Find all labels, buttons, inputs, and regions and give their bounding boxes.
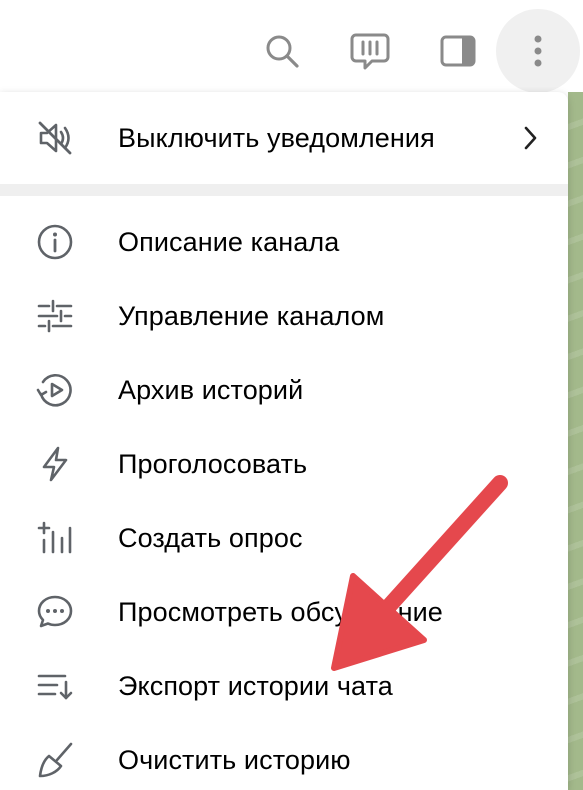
menu-item-label: Проголосовать: [118, 448, 308, 479]
discussion-icon: [32, 589, 78, 635]
menu-item-create-poll[interactable]: Создать опрос: [0, 501, 568, 575]
side-panel-icon: [440, 35, 476, 67]
speaker-muted-icon: [32, 115, 78, 161]
more-menu-button[interactable]: [496, 9, 580, 93]
telegram-window: Выключить уведомления Описание канала Уп…: [0, 0, 583, 790]
voice-chat-button[interactable]: [328, 9, 412, 93]
menu-item-label: Очистить историю: [118, 744, 351, 775]
menu-item-label: Управление каналом: [118, 300, 385, 331]
search-button[interactable]: [240, 9, 324, 93]
menu-item-mute[interactable]: Выключить уведомления: [0, 101, 568, 175]
menu-item-label: Экспорт истории чата: [118, 670, 393, 701]
menu-item-boost[interactable]: Проголосовать: [0, 427, 568, 501]
menu-item-label: Архив историй: [118, 374, 304, 405]
chevron-right-icon: [515, 123, 545, 153]
sliders-icon: [32, 293, 78, 339]
more-vertical-icon: [534, 35, 542, 67]
menu-item-label: Описание канала: [118, 226, 340, 257]
chat-options-menu: Выключить уведомления Описание канала Уп…: [0, 92, 568, 790]
menu-item-label: Просмотреть обсуждение: [118, 596, 443, 627]
menu-item-clear-history[interactable]: Очистить историю: [0, 723, 568, 790]
broom-icon: [32, 737, 78, 783]
menu-item-view-discussion[interactable]: Просмотреть обсуждение: [0, 575, 568, 649]
menu-item-export-history[interactable]: Экспорт истории чата: [0, 649, 568, 723]
menu-item-manage-channel[interactable]: Управление каналом: [0, 279, 568, 353]
menu-item-channel-info[interactable]: Описание канала: [0, 205, 568, 279]
info-icon: [32, 219, 78, 265]
boost-lightning-icon: [32, 441, 78, 487]
export-history-icon: [32, 663, 78, 709]
voice-chat-icon: [350, 33, 390, 70]
search-icon: [266, 35, 299, 68]
menu-item-label: Создать опрос: [118, 522, 303, 553]
chat-background: [568, 92, 583, 790]
create-poll-icon: [32, 515, 78, 561]
stories-archive-icon: [32, 367, 78, 413]
menu-separator: [0, 184, 568, 196]
chat-header: [0, 0, 583, 93]
side-panel-button[interactable]: [416, 9, 500, 93]
menu-item-label: Выключить уведомления: [118, 122, 435, 153]
menu-item-stories-archive[interactable]: Архив историй: [0, 353, 568, 427]
